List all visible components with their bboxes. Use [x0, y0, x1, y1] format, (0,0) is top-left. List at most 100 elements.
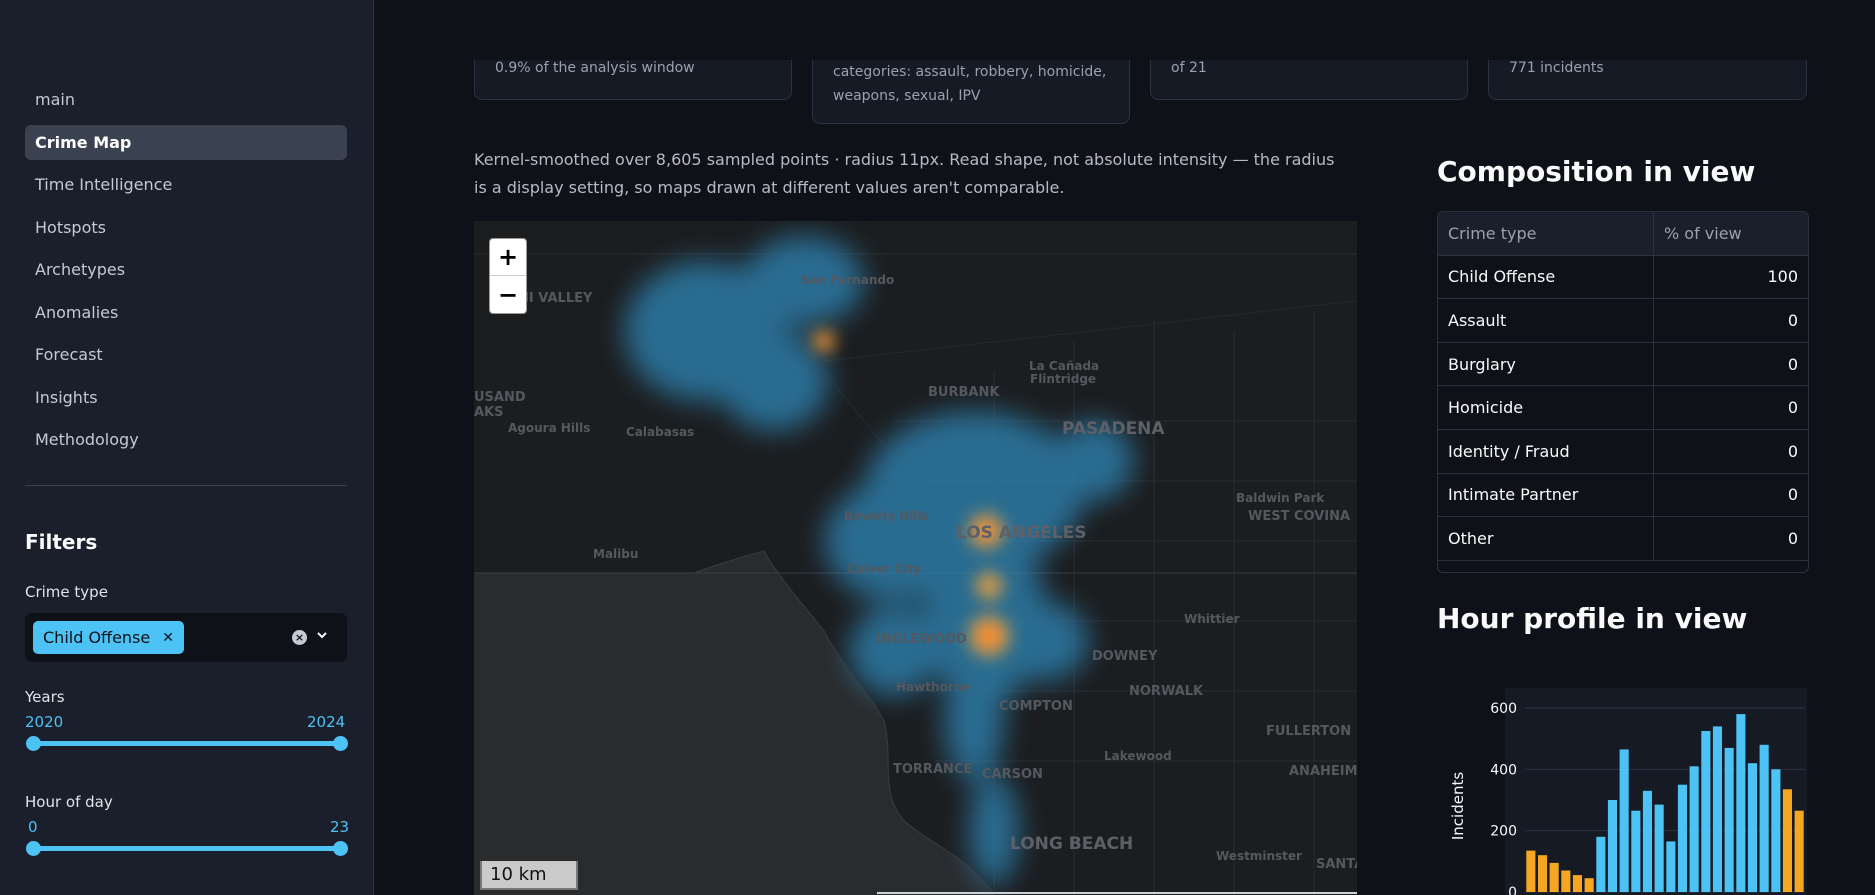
cell-crime-type: Child Offense: [1438, 255, 1654, 299]
y-tick-label: 400: [1490, 762, 1517, 778]
hour-bar-13[interactable]: [1677, 784, 1687, 892]
metric-card-1-caption: 0.9% of the analysis window: [495, 60, 695, 76]
cell-crime-type: Other: [1438, 517, 1654, 560]
cell-crime-type: Assault: [1438, 299, 1654, 342]
table-row: Other 0: [1438, 517, 1808, 561]
map-label-culver-city: Culver City: [847, 562, 921, 576]
sidebar-divider: [25, 485, 347, 486]
map-label-fullerton: FULLERTON: [1266, 724, 1352, 739]
composition-table[interactable]: Crime type % of view Child Offense 100 A…: [1437, 211, 1809, 573]
cell-pct: 0: [1787, 398, 1798, 418]
map-label-compton: COMPTON: [999, 699, 1073, 714]
hour-bar-5[interactable]: [1584, 878, 1594, 892]
hour-bar-20[interactable]: [1759, 744, 1769, 892]
map-label-san-fernando: San Fernando: [801, 273, 895, 287]
hour-bar-3[interactable]: [1561, 870, 1571, 893]
map-label-agoura-hills: Agoura Hills: [508, 421, 591, 435]
hour-slider-track[interactable]: [33, 846, 340, 851]
hour-bar-2[interactable]: [1549, 862, 1559, 892]
nav-item-anomalies[interactable]: Anomalies: [25, 295, 347, 330]
map-label-anaheim: ANAHEIM: [1289, 764, 1357, 779]
years-slider-min-handle[interactable]: [26, 736, 41, 751]
hour-bar-21[interactable]: [1771, 769, 1781, 892]
map-label-flintridge: Flintridge: [1030, 372, 1097, 386]
nav-item-methodology[interactable]: Methodology: [25, 422, 347, 457]
table-row: Burglary 0: [1438, 342, 1808, 387]
hour-bar-12[interactable]: [1666, 841, 1676, 892]
table-row: Intimate Partner 0: [1438, 473, 1808, 518]
zoom-out-button[interactable]: −: [490, 276, 526, 313]
hour-bar-19[interactable]: [1747, 763, 1757, 892]
hour-bar-10[interactable]: [1642, 790, 1652, 892]
map-label-long-beach: LONG BEACH: [1010, 834, 1134, 854]
map-caption: Kernel-smoothed over 8,605 sampled point…: [474, 150, 1335, 197]
hour-bar-16[interactable]: [1712, 726, 1722, 892]
nav-item-archetypes[interactable]: Archetypes: [25, 252, 347, 287]
chip-label: Child Offense: [43, 628, 151, 647]
column-header-pct[interactable]: % of view: [1654, 212, 1808, 255]
ocean-area: [474, 551, 994, 895]
nav-item-insights[interactable]: Insights: [25, 380, 347, 415]
hour-slider-min-handle[interactable]: [26, 841, 41, 856]
map-label-west-covina: WEST COVINA: [1248, 509, 1351, 524]
nav-item-hotspots[interactable]: Hotspots: [25, 210, 347, 245]
hour-bar-18[interactable]: [1736, 714, 1746, 892]
hour-bar-7[interactable]: [1607, 800, 1617, 892]
cell-crime-type: Homicide: [1438, 386, 1654, 429]
hour-bar-14[interactable]: [1689, 766, 1699, 892]
hour-slider-max-handle[interactable]: [333, 841, 348, 856]
zoom-in-button[interactable]: +: [490, 239, 526, 276]
map-label-hawthorne: Hawthorne: [896, 680, 971, 694]
hour-bar-1[interactable]: [1538, 855, 1548, 892]
hour-bar-6[interactable]: [1596, 836, 1606, 892]
table-row: Assault 0: [1438, 299, 1808, 343]
chevron-down-icon[interactable]: [315, 628, 329, 642]
table-header-row: Crime type % of view: [1438, 212, 1808, 256]
hour-label: Hour of day: [25, 793, 113, 811]
map-label-burbank: BURBANK: [928, 385, 1000, 400]
nav-item-crime-map[interactable]: Crime Map: [25, 124, 347, 160]
hour-bar-8[interactable]: [1619, 749, 1629, 892]
metric-card-2-caption: categories: assault, robbery, homicide,: [833, 64, 1107, 80]
hour-bar-22[interactable]: [1782, 789, 1792, 892]
column-header-crime-type[interactable]: Crime type: [1438, 212, 1654, 255]
hour-profile-chart[interactable]: 0 200 400 600 Incidents: [1437, 680, 1809, 895]
metric-card-2-caption-2: weapons, sexual, IPV: [833, 88, 981, 104]
years-slider-max-handle[interactable]: [333, 736, 348, 751]
map-label-la-canada: La Cañada: [1029, 359, 1100, 373]
hour-bar-23[interactable]: [1794, 810, 1804, 892]
cell-crime-type: Identity / Fraud: [1438, 429, 1654, 473]
hour-bar-4[interactable]: [1572, 875, 1582, 892]
sidebar: main Crime Map Time Intelligence Hotspot…: [0, 0, 374, 895]
nav-item-time-intelligence[interactable]: Time Intelligence: [25, 167, 347, 202]
crime-type-multiselect[interactable]: Child Offense ✕ ×: [25, 613, 347, 662]
cell-crime-type: Burglary: [1438, 342, 1654, 386]
y-tick-label: 0: [1508, 885, 1517, 895]
y-tick-label: 600: [1490, 701, 1517, 717]
crime-heatmap[interactable]: MI VALLEY San Fernando La Cañada Flintri…: [474, 221, 1357, 895]
nav-item-main[interactable]: main: [25, 82, 347, 117]
nav-item-forecast[interactable]: Forecast: [25, 337, 347, 372]
map-label-westminster: Westminster: [1216, 849, 1302, 863]
map-label-calabasas: Calabasas: [626, 425, 695, 439]
chip-remove-icon[interactable]: ✕: [162, 630, 174, 646]
table-row: Homicide 0: [1438, 386, 1808, 430]
metric-card-4-caption: 771 incidents: [1509, 60, 1604, 76]
map-label-pasadena: PASADENA: [1062, 419, 1165, 439]
clear-selection-icon[interactable]: ×: [292, 630, 307, 645]
cell-pct: 100: [1767, 267, 1798, 287]
cell-pct: 0: [1787, 441, 1798, 461]
hour-bar-17[interactable]: [1724, 747, 1734, 892]
map-label-malibu: Malibu: [593, 547, 639, 561]
cell-crime-type: Intimate Partner: [1438, 473, 1654, 517]
hour-bar-9[interactable]: [1631, 810, 1641, 892]
hour-bar-11[interactable]: [1654, 804, 1664, 892]
hour-bar-0[interactable]: [1526, 850, 1536, 892]
years-slider-track[interactable]: [33, 741, 340, 746]
zoom-control: + −: [489, 238, 527, 314]
cell-pct: 0: [1787, 485, 1798, 505]
years-label: Years: [25, 688, 65, 706]
cell-pct: 0: [1787, 310, 1798, 330]
selected-chip: Child Offense ✕: [33, 621, 184, 654]
hour-bar-15[interactable]: [1701, 731, 1711, 892]
